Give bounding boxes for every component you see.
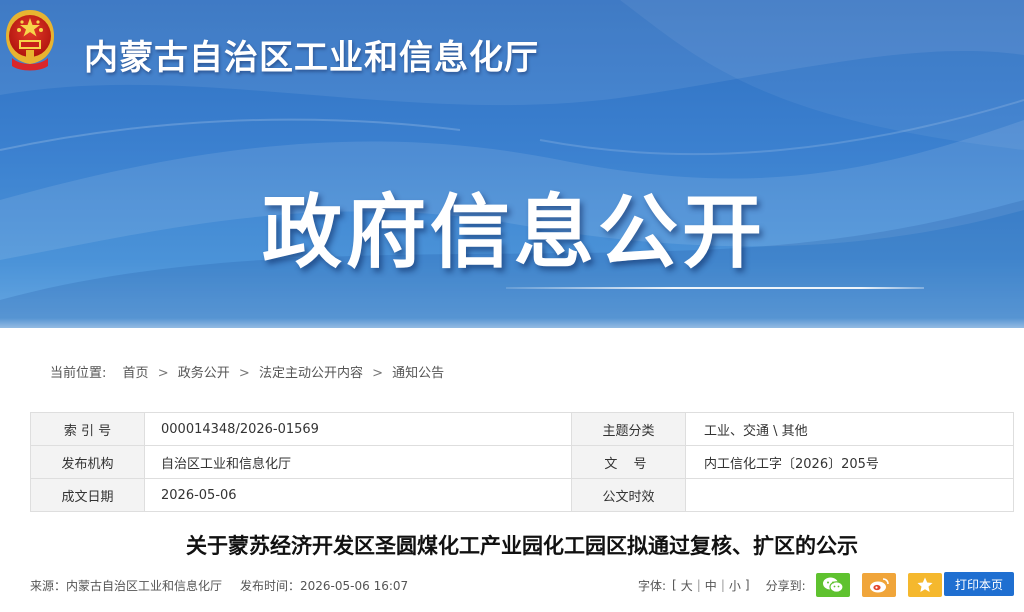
wechat-icon [822,577,844,593]
banner-bottom-fade [0,318,1024,328]
index-number-value: 000014348/2026-01569 [144,412,572,446]
site-title[interactable]: 内蒙古自治区工业和信息化厅 [84,30,539,79]
written-date-label: 成文日期 [30,478,145,512]
font-size-label: 字体: [638,578,667,593]
table-row: 索 引 号 000014348/2026-01569 主题分类 工业、交通 \ … [30,412,1014,446]
breadcrumb: 当前位置: 首页 > 政务公开 > 法定主动公开内容 > 通知公告 [50,362,444,381]
weibo-icon [869,578,889,593]
article-meta: 来源：内蒙古自治区工业和信息化厅 发布时间：2026-05-06 16:07 [30,577,408,594]
font-size-small[interactable]: 小 [729,577,741,594]
breadcrumb-separator: > [238,366,250,381]
breadcrumb-statutory-disclosure[interactable]: 法定主动公开内容 [259,366,363,381]
publisher-label: 发布机构 [30,445,145,479]
breadcrumb-gov-affairs[interactable]: 政务公开 [178,366,230,381]
share-weibo-button[interactable] [861,573,896,597]
font-size-large[interactable]: 大 [681,577,693,594]
font-bracket-close: ] [744,578,750,592]
title-divider [506,287,924,289]
topic-category-label: 主题分类 [571,412,686,446]
breadcrumb-separator: > [372,366,383,381]
validity-value [685,478,1014,512]
breadcrumb-home[interactable]: 首页 [123,366,149,381]
table-row: 成文日期 2026-05-06 公文时效 [30,478,1014,512]
breadcrumb-label: 当前位置: [50,366,107,381]
breadcrumb-notices[interactable]: 通知公告 [392,366,444,381]
topic-category-value: 工业、交通 \ 其他 [685,412,1014,446]
share-wechat-button[interactable] [815,573,850,597]
document-number-label: 文 号 [571,445,686,479]
share-label: 分享到: [765,578,806,593]
table-row: 发布机构 自治区工业和信息化厅 文 号 内工信化工字〔2026〕205号 [30,445,1014,479]
national-emblem-icon [6,10,54,71]
section-title: 政府信息公开 [262,186,766,279]
header-banner: 内蒙古自治区工业和信息化厅 政府信息公开 [0,0,1024,328]
document-info-table: 索 引 号 000014348/2026-01569 主题分类 工业、交通 \ … [30,412,1014,512]
validity-label: 公文时效 [571,478,686,512]
article-tools: 字体: [ 大 | 中 | 小 ] 分享到: [638,572,954,598]
publisher-value: 自治区工业和信息化厅 [144,445,572,479]
favorite-button[interactable] [907,573,942,597]
publish-time: 发布时间：2026-05-06 16:07 [240,579,409,593]
star-icon [917,577,933,592]
breadcrumb-separator: > [157,366,169,381]
print-button[interactable]: 打印本页 [944,572,1014,596]
document-number-value: 内工信化工字〔2026〕205号 [685,445,1014,479]
article-title: 关于蒙苏经济开发区圣圆煤化工产业园化工园区拟通过复核、扩区的公示 [186,534,858,558]
font-bracket-open: [ [672,578,677,592]
source-text: 来源：内蒙古自治区工业和信息化厅 [30,579,223,593]
index-number-label: 索 引 号 [30,412,145,446]
font-size-medium[interactable]: 中 [705,577,717,594]
written-date-value: 2026-05-06 [144,478,572,512]
